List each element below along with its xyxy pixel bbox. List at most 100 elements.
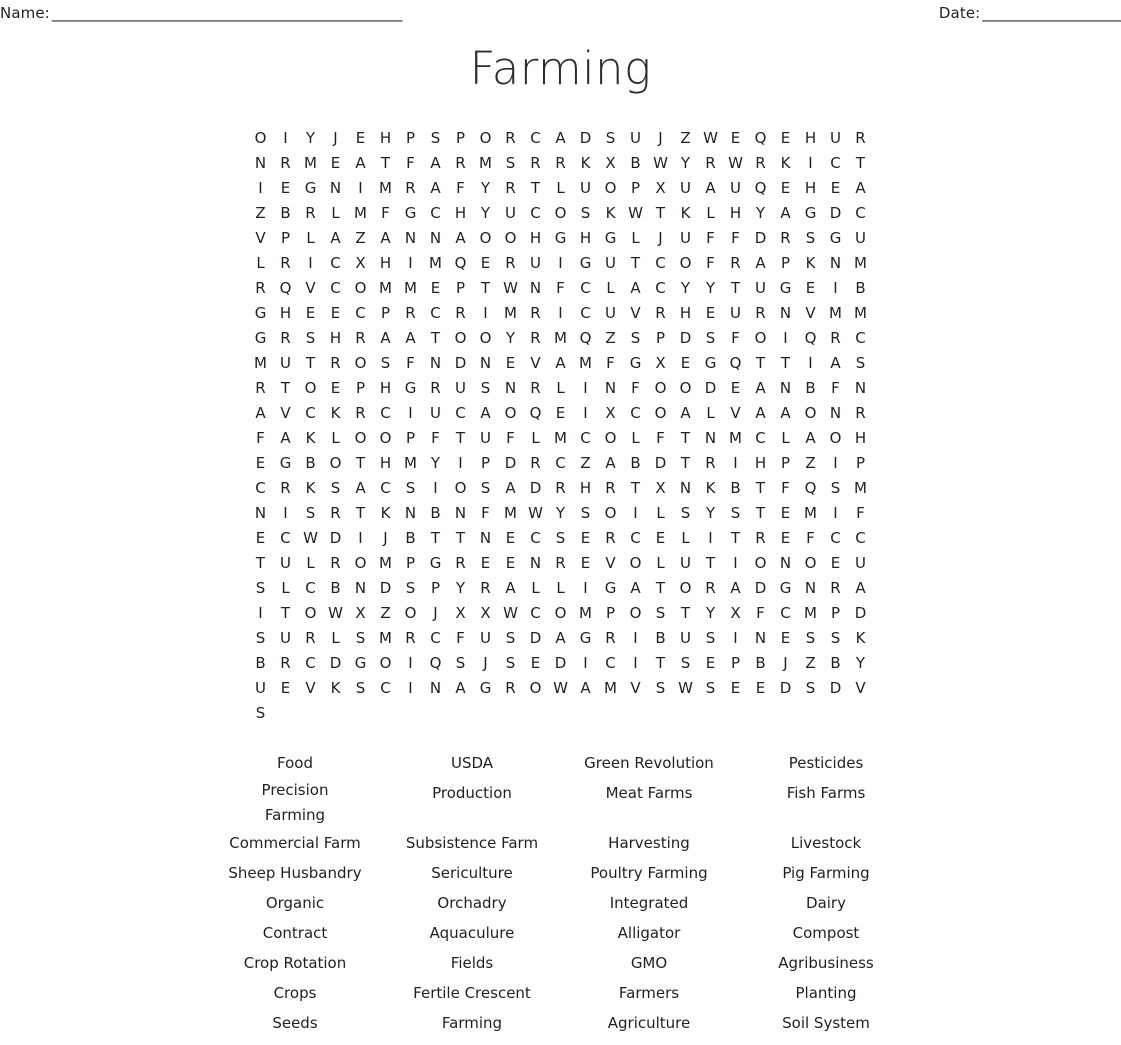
grid-cell[interactable]: W xyxy=(673,676,698,701)
grid-cell[interactable]: C xyxy=(823,151,848,176)
grid-cell[interactable]: R xyxy=(348,401,373,426)
grid-cell[interactable]: G xyxy=(298,176,323,201)
grid-cell[interactable]: I xyxy=(823,276,848,301)
grid-cell[interactable]: F xyxy=(448,176,473,201)
grid-cell[interactable]: G xyxy=(398,376,423,401)
grid-cell[interactable]: Y xyxy=(748,201,773,226)
grid-cell[interactable]: Q xyxy=(573,326,598,351)
grid-cell[interactable]: T xyxy=(723,276,748,301)
word-list-item[interactable]: Seeds xyxy=(207,1008,384,1038)
grid-cell[interactable]: A xyxy=(598,451,623,476)
word-list-item[interactable]: Food xyxy=(207,748,384,778)
grid-cell[interactable]: E xyxy=(248,451,273,476)
grid-cell[interactable]: M xyxy=(398,451,423,476)
grid-cell[interactable]: R xyxy=(498,126,523,151)
grid-cell[interactable]: J xyxy=(423,601,448,626)
grid-cell[interactable]: E xyxy=(498,351,523,376)
grid-cell[interactable]: U xyxy=(448,376,473,401)
grid-cell[interactable]: Z xyxy=(598,326,623,351)
grid-cell[interactable]: O xyxy=(473,226,498,251)
grid-cell[interactable]: U xyxy=(723,176,748,201)
grid-cell[interactable]: T xyxy=(648,576,673,601)
grid-cell[interactable]: T xyxy=(623,251,648,276)
grid-cell[interactable]: X xyxy=(473,601,498,626)
grid-cell[interactable]: N xyxy=(598,376,623,401)
grid-cell[interactable]: H xyxy=(573,476,598,501)
grid-cell[interactable]: R xyxy=(448,551,473,576)
grid-cell[interactable]: O xyxy=(673,576,698,601)
grid-cell[interactable]: R xyxy=(273,326,298,351)
grid-cell[interactable]: J xyxy=(648,226,673,251)
grid-cell[interactable]: K xyxy=(798,251,823,276)
grid-cell[interactable]: E xyxy=(573,551,598,576)
grid-cell[interactable]: M xyxy=(573,351,598,376)
grid-cell[interactable]: I xyxy=(398,251,423,276)
grid-cell[interactable]: S xyxy=(598,126,623,151)
grid-cell[interactable]: V xyxy=(298,276,323,301)
word-list-item[interactable]: Harvesting xyxy=(561,828,738,858)
grid-cell[interactable]: E xyxy=(773,126,798,151)
grid-cell[interactable]: A xyxy=(798,426,823,451)
grid-cell[interactable]: D xyxy=(748,576,773,601)
grid-cell[interactable]: X xyxy=(448,601,473,626)
grid-cell[interactable]: T xyxy=(273,376,298,401)
grid-cell[interactable]: I xyxy=(398,401,423,426)
grid-cell[interactable]: O xyxy=(348,426,373,451)
grid-cell[interactable]: R xyxy=(598,476,623,501)
grid-cell[interactable]: I xyxy=(273,126,298,151)
grid-cell[interactable]: E xyxy=(548,401,573,426)
grid-cell[interactable]: K xyxy=(673,201,698,226)
grid-cell[interactable]: A xyxy=(573,676,598,701)
grid-cell[interactable]: E xyxy=(523,651,548,676)
grid-cell[interactable]: A xyxy=(398,326,423,351)
grid-cell[interactable]: S xyxy=(473,376,498,401)
grid-cell[interactable]: E xyxy=(698,301,723,326)
grid-cell[interactable]: F xyxy=(398,151,423,176)
grid-cell[interactable]: S xyxy=(448,651,473,676)
grid-cell[interactable]: N xyxy=(473,526,498,551)
grid-cell[interactable]: L xyxy=(598,276,623,301)
grid-cell[interactable]: O xyxy=(473,326,498,351)
grid-cell[interactable]: F xyxy=(648,426,673,451)
grid-cell[interactable]: I xyxy=(823,451,848,476)
grid-cell[interactable]: S xyxy=(648,676,673,701)
grid-cell[interactable]: U xyxy=(673,176,698,201)
grid-cell[interactable]: F xyxy=(423,426,448,451)
grid-cell[interactable]: S xyxy=(798,626,823,651)
grid-cell[interactable]: I xyxy=(723,451,748,476)
grid-cell[interactable]: X xyxy=(648,351,673,376)
grid-cell[interactable]: I xyxy=(548,251,573,276)
grid-cell[interactable]: Q xyxy=(448,251,473,276)
grid-cell[interactable]: A xyxy=(248,401,273,426)
grid-cell[interactable]: U xyxy=(723,301,748,326)
word-list-item[interactable]: Planting xyxy=(738,978,915,1008)
grid-cell[interactable]: A xyxy=(448,226,473,251)
grid-cell[interactable]: O xyxy=(298,601,323,626)
grid-cell[interactable]: R xyxy=(273,151,298,176)
grid-cell[interactable]: E xyxy=(773,626,798,651)
grid-cell[interactable]: B xyxy=(273,201,298,226)
grid-cell[interactable]: T xyxy=(773,351,798,376)
grid-cell[interactable]: F xyxy=(748,601,773,626)
grid-cell[interactable]: P xyxy=(448,276,473,301)
grid-cell[interactable]: C xyxy=(423,201,448,226)
word-list-item[interactable]: Crops xyxy=(207,978,384,1008)
grid-cell[interactable]: F xyxy=(823,376,848,401)
grid-cell[interactable]: T xyxy=(623,476,648,501)
grid-cell[interactable]: P xyxy=(348,376,373,401)
grid-cell[interactable]: N xyxy=(773,301,798,326)
grid-cell[interactable]: F xyxy=(698,226,723,251)
grid-cell[interactable]: S xyxy=(348,626,373,651)
grid-cell[interactable]: K xyxy=(698,476,723,501)
grid-cell[interactable]: M xyxy=(373,176,398,201)
grid-cell[interactable]: I xyxy=(623,651,648,676)
grid-cell[interactable]: U xyxy=(573,176,598,201)
grid-cell[interactable]: I xyxy=(473,301,498,326)
grid-cell[interactable]: S xyxy=(698,626,723,651)
grid-cell[interactable]: S xyxy=(698,326,723,351)
grid-cell[interactable]: A xyxy=(623,576,648,601)
grid-cell[interactable]: D xyxy=(748,226,773,251)
grid-cell[interactable]: H xyxy=(373,451,398,476)
grid-cell[interactable]: R xyxy=(548,151,573,176)
grid-cell[interactable]: N xyxy=(448,501,473,526)
